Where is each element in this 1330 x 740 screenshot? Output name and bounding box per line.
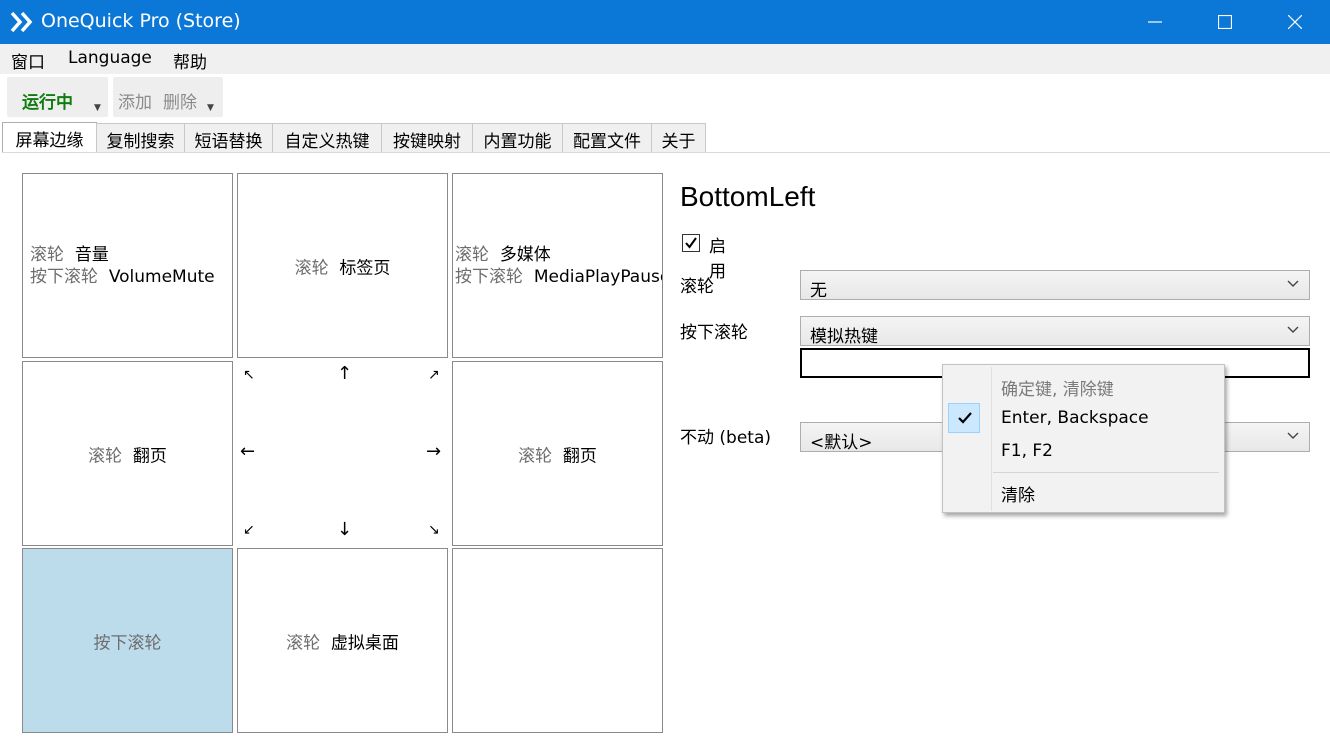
menu-gutter-divider [991, 367, 992, 511]
cell-key-label: 滚轮 [88, 446, 123, 466]
menu-bar: 窗口 Language 帮助 [0, 44, 1330, 74]
menu-item-enter-backspace[interactable]: Enter, Backspace [1001, 408, 1149, 428]
edge-cell-bottom-right[interactable] [452, 548, 663, 733]
tab-about[interactable]: 关于 [651, 123, 706, 152]
add-button[interactable]: 添加 [118, 88, 152, 113]
direction-arrows: ↖ ↑ ↗ ← → ↙ ↓ ↘ [237, 361, 449, 546]
menu-help[interactable]: 帮助 [173, 48, 207, 73]
running-status-label: 运行中 [22, 93, 73, 113]
maximize-button[interactable] [1190, 0, 1260, 44]
panel-title: BottomLeft [680, 181, 816, 212]
cell-value-label: VolumeMute [108, 267, 215, 287]
cell-value-label: 翻页 [562, 446, 597, 466]
chevron-down-icon [1287, 432, 1299, 439]
tab-builtin-functions[interactable]: 内置功能 [472, 123, 563, 152]
edge-cell-bottom-left[interactable]: 按下滚轮 [22, 548, 233, 733]
wheel-action-select[interactable]: 无 [800, 270, 1310, 301]
cell-value-label: MediaPlayPause [533, 267, 662, 287]
close-icon [1288, 15, 1302, 29]
minimize-icon [1148, 21, 1162, 23]
cell-key-label: 滚轮 [30, 245, 64, 265]
edge-cell-top-right[interactable]: 滚轮 多媒体 按下滚轮 MediaPlayPause [452, 173, 663, 358]
tab-key-mapping[interactable]: 按键映射 [381, 123, 473, 152]
tab-bar: 屏幕边缘 复制搜索 短语替换 自定义热键 按键映射 内置功能 配置文件 关于 [0, 122, 1330, 153]
edge-cell-top[interactable]: 滚轮 标签页 [237, 173, 448, 358]
cell-key-label: 按下滚轮 [93, 633, 162, 653]
menu-language[interactable]: Language [68, 48, 152, 68]
edge-cell-top-left[interactable]: 滚轮 音量 按下滚轮 VolumeMute [22, 173, 233, 358]
chevron-down-icon [1287, 326, 1299, 333]
menu-item-clear[interactable]: 清除 [1001, 481, 1035, 506]
menu-separator [993, 472, 1219, 473]
maximize-icon [1218, 15, 1232, 29]
arrow-down-icon: ↓ [337, 519, 353, 540]
menu-item-f1-f2[interactable]: F1, F2 [1001, 441, 1053, 461]
cell-value-label: 标签页 [339, 258, 391, 278]
idle-action-value: <默认> [810, 433, 873, 453]
arrow-up-icon: ↑ [337, 363, 353, 384]
delete-button[interactable]: 删除 [163, 88, 197, 113]
cell-value-label: 音量 [74, 245, 109, 265]
edge-cell-right[interactable]: 滚轮 翻页 [452, 361, 663, 546]
cell-key-label: 按下滚轮 [455, 267, 523, 287]
cell-key-label: 按下滚轮 [30, 267, 98, 287]
press-wheel-action-select[interactable]: 模拟热键 [800, 316, 1310, 347]
cell-key-label: 滚轮 [294, 258, 329, 278]
arrow-left-icon: ← [240, 441, 256, 462]
cell-value-label: 虚拟桌面 [330, 633, 399, 653]
wheel-action-value: 无 [810, 281, 827, 301]
tab-custom-hotkey[interactable]: 自定义热键 [272, 123, 382, 152]
toolbar: 运行中 ▼ 添加 删除 ▼ [0, 74, 1330, 120]
tab-copy-search[interactable]: 复制搜索 [96, 123, 185, 152]
tab-phrase-replace[interactable]: 短语替换 [184, 123, 273, 152]
enable-checkbox[interactable] [682, 234, 700, 252]
wheel-label: 滚轮 [680, 277, 714, 297]
edge-cell-bottom[interactable]: 滚轮 虚拟桌面 [237, 548, 448, 733]
cell-key-label: 滚轮 [455, 245, 489, 265]
cell-value-label: 多媒体 [499, 245, 551, 265]
hotkey-context-menu: 确定键, 清除键 Enter, Backspace F1, F2 清除 [942, 364, 1225, 513]
cell-key-label: 滚轮 [286, 633, 321, 653]
tab-config-file[interactable]: 配置文件 [562, 123, 652, 152]
running-toggle-button[interactable]: 运行中 ▼ [7, 77, 108, 117]
menu-window[interactable]: 窗口 [11, 48, 45, 73]
app-logo-icon [10, 11, 36, 33]
arrow-down-left-icon: ↙ [243, 522, 255, 538]
minimize-button[interactable] [1120, 0, 1190, 44]
close-button[interactable] [1260, 0, 1330, 44]
window-title: OneQuick Pro (Store) [41, 10, 241, 32]
checkmark-icon [958, 412, 972, 424]
idle-label: 不动 (beta) [680, 428, 772, 448]
checkmark-icon [685, 237, 697, 249]
cell-key-label: 滚轮 [518, 446, 553, 466]
chevron-down-icon [1287, 280, 1299, 287]
arrow-right-icon: → [426, 441, 442, 462]
dropdown-arrow-icon: ▼ [94, 103, 101, 113]
menu-item-header: 确定键, 清除键 [1001, 380, 1114, 400]
menu-check-indicator [948, 403, 980, 433]
title-bar: OneQuick Pro (Store) [0, 0, 1330, 44]
dropdown-arrow-icon: ▼ [207, 103, 214, 113]
arrow-down-right-icon: ↘ [428, 522, 440, 538]
edit-button-group[interactable]: 添加 删除 ▼ [113, 77, 223, 117]
press-wheel-label: 按下滚轮 [680, 323, 748, 343]
press-wheel-action-value: 模拟热键 [810, 327, 878, 347]
arrow-up-right-icon: ↗ [428, 367, 440, 383]
arrow-up-left-icon: ↖ [243, 367, 255, 383]
cell-value-label: 翻页 [132, 446, 167, 466]
tab-screen-edge[interactable]: 屏幕边缘 [2, 122, 97, 153]
edge-cell-left[interactable]: 滚轮 翻页 [22, 361, 233, 546]
